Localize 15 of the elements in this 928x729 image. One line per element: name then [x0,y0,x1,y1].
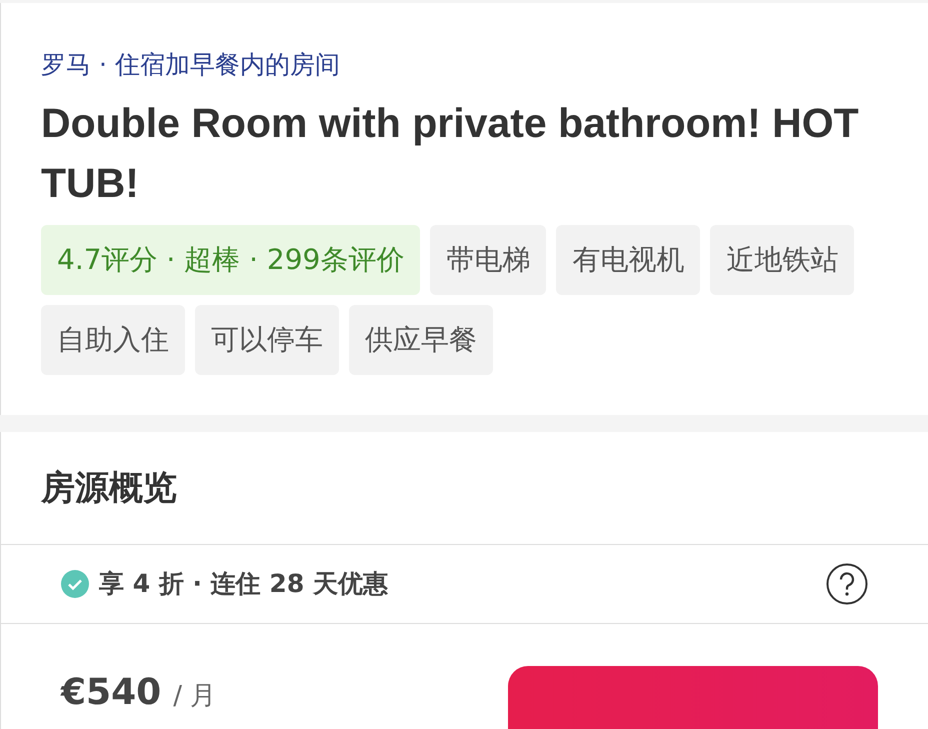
breadcrumb[interactable]: 罗马 · 住宿加早餐内的房间 [41,47,888,83]
feature-tag: 有电视机 [556,225,700,295]
feature-tag: 自助入住 [41,305,185,375]
feature-tag: 供应早餐 [349,305,493,375]
discount-text: 享 4 折 · 连住 28 天优惠 [99,568,388,600]
listing-title: Double Room with private bathroom! HOT TUB! [41,99,860,208]
price: €540 [61,671,162,715]
feature-tag: 近地铁站 [710,225,854,295]
price-unit: / 月 [173,680,216,713]
feature-tag: 带电梯 [430,225,546,295]
feature-tag: 可以停车 [195,305,339,375]
rating-tag: 4.7评分 · 超棒 · 299条评价 [41,225,420,295]
section-heading: 房源概览 [40,466,178,510]
help-icon[interactable] [826,563,868,605]
check-circle-icon [61,570,89,598]
